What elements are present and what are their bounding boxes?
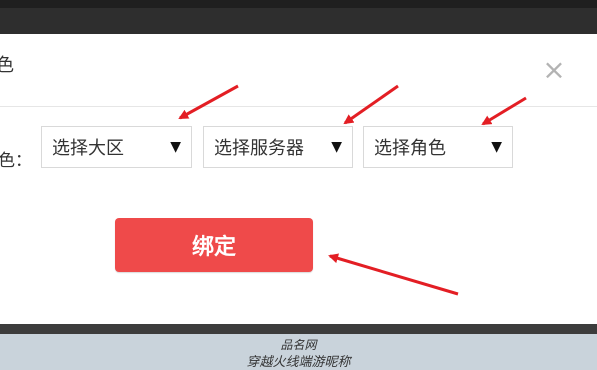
dropdown-arrow-icon: ▼ bbox=[491, 139, 502, 155]
dialog-header: 色 × bbox=[0, 34, 597, 106]
top-bar-strip bbox=[0, 8, 597, 34]
server-select-value: 选择服务器 bbox=[214, 138, 304, 159]
region-select[interactable]: 选择大区 ▼ bbox=[41, 126, 192, 168]
dialog-title: 色 bbox=[0, 55, 14, 76]
dropdown-arrow-icon: ▼ bbox=[331, 139, 342, 155]
bind-button[interactable]: 绑定 bbox=[115, 218, 313, 272]
bind-role-dialog: 色 × 色： 选择大区 ▼ 选择服务器 ▼ 选择角色 ▼ 绑定 bbox=[0, 34, 597, 324]
watermark-band: 品名网 穿越火线端游昵称 bbox=[0, 334, 597, 370]
close-icon[interactable]: × bbox=[540, 56, 568, 84]
character-select[interactable]: 选择角色 ▼ bbox=[363, 126, 513, 168]
server-select[interactable]: 选择服务器 ▼ bbox=[203, 126, 353, 168]
window-top-bar bbox=[0, 0, 597, 34]
watermark-line-2: 穿越火线端游昵称 bbox=[246, 355, 351, 370]
region-select-value: 选择大区 bbox=[52, 138, 124, 159]
header-divider bbox=[0, 106, 597, 107]
role-row-label: 色： bbox=[0, 151, 32, 171]
dropdown-arrow-icon: ▼ bbox=[170, 139, 181, 155]
character-select-value: 选择角色 bbox=[374, 138, 446, 159]
background-game-art bbox=[0, 324, 597, 334]
